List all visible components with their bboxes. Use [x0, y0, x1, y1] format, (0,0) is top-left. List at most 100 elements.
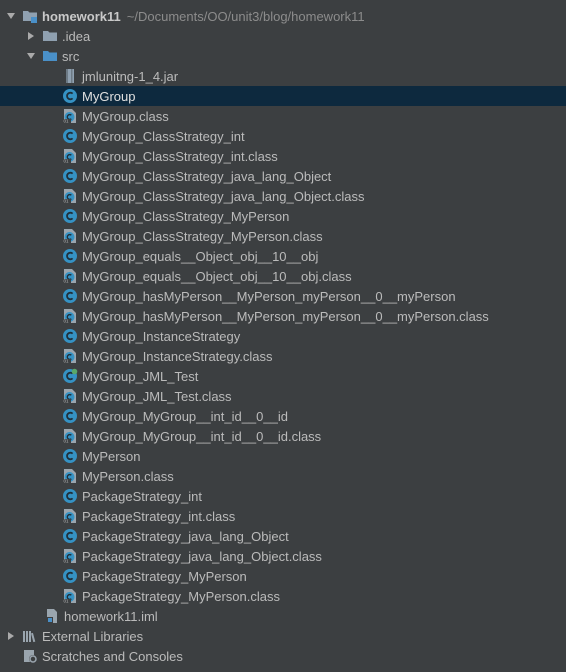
iml-file-icon [44, 608, 60, 624]
class-icon [62, 128, 78, 144]
external-libraries-label: External Libraries [42, 628, 144, 644]
class-file-icon: 01 [62, 228, 78, 244]
src-item-label: MyGroup [82, 88, 136, 104]
tree-row-src-item[interactable]: MyPerson [0, 446, 566, 466]
tree-row-src-item[interactable]: MyGroup_InstanceStrategy [0, 326, 566, 346]
src-item-label: MyGroup_ClassStrategy_int.class [82, 148, 278, 164]
src-item-label: PackageStrategy_int.class [82, 508, 236, 524]
class-file-icon: 01 [62, 468, 78, 484]
tree-row-src-item[interactable]: 01 PackageStrategy_int.class [0, 506, 566, 526]
chevron-right-icon[interactable] [6, 631, 16, 641]
src-item-label: MyGroup_ClassStrategy_int [82, 128, 245, 144]
folder-label-idea: .idea [62, 28, 91, 44]
project-tree: homework11 ~/Documents/OO/unit3/blog/hom… [0, 0, 566, 672]
tree-row-src-item[interactable]: MyGroup [0, 86, 566, 106]
class-icon [62, 248, 78, 264]
class-file-icon: 01 [62, 548, 78, 564]
svg-text:01: 01 [64, 159, 70, 164]
src-item-label: MyGroup_InstanceStrategy.class [82, 348, 273, 364]
tree-row-src-item[interactable]: 01 PackageStrategy_MyPerson.class [0, 586, 566, 606]
src-item-label: MyGroup.class [82, 108, 169, 124]
src-item-label: MyGroup_JML_Test.class [82, 388, 232, 404]
folder-icon [42, 28, 58, 44]
src-item-label: MyGroup_ClassStrategy_java_lang_Object.c… [82, 188, 365, 204]
tree-row-external-libraries[interactable]: External Libraries [0, 626, 566, 646]
tree-row-src-item[interactable]: 01 MyPerson.class [0, 466, 566, 486]
svg-text:01: 01 [64, 319, 70, 324]
svg-text:01: 01 [64, 119, 70, 124]
src-item-label: PackageStrategy_MyPerson.class [82, 588, 280, 604]
tree-row-src-item[interactable]: MyGroup_ClassStrategy_int [0, 126, 566, 146]
project-name: homework11 [42, 8, 121, 24]
class-file-icon: 01 [62, 508, 78, 524]
class-icon [62, 408, 78, 424]
chevron-right-icon[interactable] [26, 31, 36, 41]
src-item-label: MyGroup_ClassStrategy_java_lang_Object [82, 168, 332, 184]
class-file-icon: 01 [62, 148, 78, 164]
tree-row-src-item[interactable]: PackageStrategy_int [0, 486, 566, 506]
src-item-label: MyGroup_ClassStrategy_MyPerson.class [82, 228, 323, 244]
svg-text:01: 01 [64, 599, 70, 604]
class-file-icon: 01 [62, 308, 78, 324]
tree-row-src-item[interactable]: 01 MyGroup_InstanceStrategy.class [0, 346, 566, 366]
tree-row-src-item[interactable]: MyGroup_JML_Test [0, 366, 566, 386]
project-path: ~/Documents/OO/unit3/blog/homework11 [126, 8, 365, 24]
src-item-label: PackageStrategy_java_lang_Object.class [82, 548, 322, 564]
src-item-label: MyGroup_JML_Test [82, 368, 199, 384]
class-icon [62, 328, 78, 344]
src-item-label: MyPerson [82, 448, 141, 464]
class-icon [62, 448, 78, 464]
tree-row-src-item[interactable]: 01 MyGroup_hasMyPerson__MyPerson_myPerson… [0, 306, 566, 326]
class-icon [62, 528, 78, 544]
src-item-label: MyGroup_MyGroup__int_id__0__id [82, 408, 288, 424]
test-class-icon [62, 368, 78, 384]
tree-row-src-item[interactable]: PackageStrategy_MyPerson [0, 566, 566, 586]
tree-row-src-item[interactable]: PackageStrategy_java_lang_Object [0, 526, 566, 546]
svg-text:01: 01 [64, 559, 70, 564]
src-item-label: MyGroup_ClassStrategy_MyPerson [82, 208, 290, 224]
tree-row-src-item[interactable]: MyGroup_ClassStrategy_MyPerson [0, 206, 566, 226]
tree-row-src-item[interactable]: 01 MyGroup_JML_Test.class [0, 386, 566, 406]
iml-file-label: homework11.iml [64, 608, 158, 624]
tree-row-src-item[interactable]: MyGroup_equals__Object_obj__10__obj [0, 246, 566, 266]
class-file-icon: 01 [62, 268, 78, 284]
class-icon [62, 208, 78, 224]
src-item-label: MyGroup_hasMyPerson__MyPerson_myPerson__… [82, 308, 489, 324]
library-icon [22, 628, 38, 644]
svg-text:01: 01 [64, 239, 70, 244]
class-file-icon: 01 [62, 188, 78, 204]
tree-row-src-item[interactable]: jmlunitng-1_4.jar [0, 66, 566, 86]
tree-row-src-item[interactable]: 01 MyGroup_ClassStrategy_MyPerson.class [0, 226, 566, 246]
tree-row-src-item[interactable]: 01 MyGroup_MyGroup__int_id__0__id.class [0, 426, 566, 446]
tree-row-src-item[interactable]: 01 MyGroup.class [0, 106, 566, 126]
tree-row-src-item[interactable]: 01 PackageStrategy_java_lang_Object.class [0, 546, 566, 566]
tree-row-iml[interactable]: homework11.iml [0, 606, 566, 626]
chevron-down-icon[interactable] [26, 51, 36, 61]
src-item-label: MyGroup_hasMyPerson__MyPerson_myPerson__… [82, 288, 456, 304]
class-icon [62, 488, 78, 504]
tree-row-src-item[interactable]: 01 MyGroup_ClassStrategy_java_lang_Object… [0, 186, 566, 206]
chevron-down-icon[interactable] [6, 11, 16, 21]
tree-row-project-root[interactable]: homework11 ~/Documents/OO/unit3/blog/hom… [0, 6, 566, 26]
class-file-icon: 01 [62, 388, 78, 404]
class-icon [62, 288, 78, 304]
tree-row-src-item[interactable]: MyGroup_hasMyPerson__MyPerson_myPerson__… [0, 286, 566, 306]
src-item-label: MyGroup_MyGroup__int_id__0__id.class [82, 428, 322, 444]
tree-row-src-item[interactable]: MyGroup_MyGroup__int_id__0__id [0, 406, 566, 426]
tree-row-src-item[interactable]: 01 MyGroup_ClassStrategy_int.class [0, 146, 566, 166]
src-item-label: MyGroup_equals__Object_obj__10__obj [82, 248, 319, 264]
tree-row-src-item[interactable]: 01 MyGroup_equals__Object_obj__10__obj.cl… [0, 266, 566, 286]
class-file-icon: 01 [62, 348, 78, 364]
scratches-icon [22, 648, 38, 664]
tree-row-idea[interactable]: .idea [0, 26, 566, 46]
tree-row-src-item[interactable]: MyGroup_ClassStrategy_java_lang_Object [0, 166, 566, 186]
class-icon [62, 568, 78, 584]
tree-row-scratches[interactable]: Scratches and Consoles [0, 646, 566, 666]
source-folder-icon [42, 48, 58, 64]
tree-row-src[interactable]: src [0, 46, 566, 66]
src-item-label: PackageStrategy_MyPerson [82, 568, 247, 584]
folder-label-src: src [62, 48, 80, 64]
scratches-label: Scratches and Consoles [42, 648, 183, 664]
svg-text:01: 01 [64, 479, 70, 484]
src-item-label: PackageStrategy_java_lang_Object [82, 528, 289, 544]
